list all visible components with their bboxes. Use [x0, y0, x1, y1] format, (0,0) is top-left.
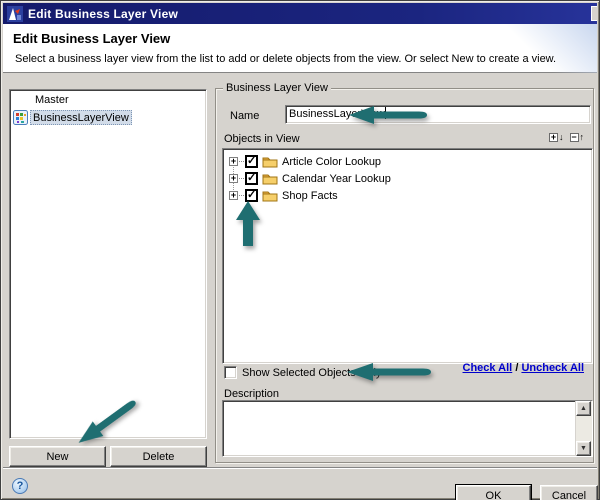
- objects-tree[interactable]: + ✓ Article Color Lookup + ✓ Calendar Ye…: [222, 148, 593, 364]
- checkbox-checked[interactable]: ✓: [245, 172, 258, 185]
- description-label: Description: [224, 388, 280, 400]
- new-button[interactable]: New: [9, 446, 106, 467]
- annotation-arrow-shop-facts-checkbox: [236, 201, 260, 246]
- description-scrollbar[interactable]: ▲ ▼: [575, 401, 592, 456]
- header-title: Edit Business Layer View: [13, 31, 171, 46]
- list-item-businesslayerview[interactable]: BusinessLayerView: [13, 109, 132, 126]
- business-layer-view-group: Business Layer View Name BusinessLayerVi…: [215, 82, 594, 463]
- annotation-arrow-name-field: [349, 106, 427, 124]
- window-button-partial[interactable]: [591, 6, 597, 21]
- scroll-down-icon[interactable]: ▼: [576, 441, 591, 456]
- name-input[interactable]: BusinessLayerView: [285, 105, 591, 124]
- tree-item-label: Shop Facts: [282, 189, 338, 202]
- annotation-arrow-show-selected: [347, 363, 431, 381]
- checkbox-unchecked[interactable]: [224, 366, 237, 379]
- master-list-header: Master: [35, 94, 69, 106]
- check-all-link[interactable]: Check All: [463, 362, 513, 374]
- tree-item-label: Calendar Year Lookup: [282, 172, 391, 185]
- tree-row-calendar-year-lookup[interactable]: + ✓ Calendar Year Lookup: [229, 170, 391, 187]
- folder-icon: [262, 174, 278, 185]
- expand-icon[interactable]: +: [229, 174, 238, 183]
- list-item-label: BusinessLayerView: [30, 110, 132, 125]
- tree-dash: [239, 178, 244, 179]
- tree-dash: [239, 195, 244, 196]
- app-icon: [7, 5, 23, 22]
- group-title: Business Layer View: [223, 82, 331, 94]
- name-label: Name: [230, 110, 260, 122]
- scroll-up-icon[interactable]: ▲: [576, 401, 591, 416]
- folder-icon: [262, 191, 278, 202]
- uncheck-all-link[interactable]: Uncheck All: [521, 362, 584, 374]
- tree-row-article-color-lookup[interactable]: + ✓ Article Color Lookup: [229, 153, 381, 170]
- help-icon[interactable]: ?: [12, 478, 28, 494]
- folder-icon: [262, 157, 278, 168]
- header-description: Select a business layer view from the li…: [15, 53, 557, 65]
- cancel-button[interactable]: Cancel: [540, 485, 598, 500]
- tree-item-label: Article Color Lookup: [282, 155, 382, 168]
- collapse-all-icon[interactable]: − ↑: [569, 131, 584, 143]
- dialog-header: Edit Business Layer View Select a busine…: [3, 24, 597, 73]
- check-links: Check All / Uncheck All: [463, 362, 584, 374]
- footer-separator: [3, 467, 597, 469]
- expand-icon[interactable]: +: [229, 191, 238, 200]
- ok-button[interactable]: OK: [455, 484, 532, 500]
- description-textarea[interactable]: ▲ ▼: [222, 400, 593, 457]
- expand-icon[interactable]: +: [229, 157, 238, 166]
- business-layer-view-icon: [13, 110, 28, 125]
- expand-all-icon[interactable]: + ↓: [549, 131, 564, 143]
- window-title: Edit Business Layer View: [28, 6, 178, 21]
- delete-button[interactable]: Delete: [110, 446, 207, 467]
- tree-dash: [239, 161, 244, 162]
- checkbox-checked[interactable]: ✓: [245, 155, 258, 168]
- master-list[interactable]: Master BusinessLayerView: [9, 89, 207, 439]
- title-bar[interactable]: Edit Business Layer View: [3, 3, 597, 24]
- header-corner-gradient: [477, 24, 597, 73]
- edit-business-layer-view-dialog: Edit Business Layer View Edit Business L…: [0, 0, 600, 500]
- objects-in-view-label: Objects in View: [224, 133, 300, 145]
- tree-toolbar: + ↓ − ↑: [549, 131, 584, 143]
